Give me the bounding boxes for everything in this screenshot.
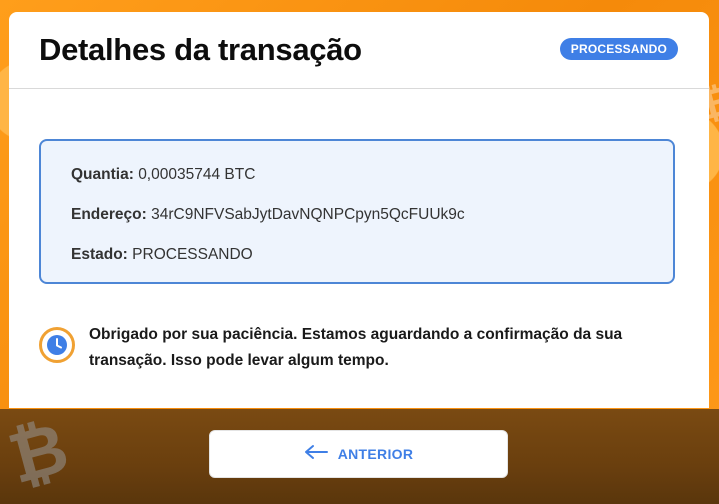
page-title: Detalhes da transação (39, 32, 362, 67)
amount-label: Quantia: (71, 166, 134, 183)
card-header: Detalhes da transação PROCESSANDO (9, 12, 709, 89)
address-label: Endereço: (71, 206, 147, 223)
amount-value: 0,00035744 BTC (138, 166, 256, 183)
status-badge: PROCESSANDO (559, 38, 678, 60)
back-button-label: ANTERIOR (337, 446, 414, 462)
address-value: 34rC9NFVSabJytDavNQNPCpyn5QcFUUk9c (151, 206, 465, 223)
arrow-left-icon (304, 444, 328, 465)
back-button[interactable]: ANTERIOR (209, 430, 508, 478)
notice-text: Obrigado por sua paciência. Estamos agua… (89, 326, 623, 369)
status-value: PROCESSANDO (132, 246, 253, 263)
status-label: Estado: (71, 246, 128, 263)
address-row: Endereço: 34rC9NFVSabJytDavNQNPCpyn5QcFU… (71, 206, 465, 224)
status-row: Estado: PROCESSANDO (71, 246, 253, 264)
clock-icon (39, 327, 75, 363)
transaction-info-box: Quantia: 0,00035744 BTC Endereço: 34rC9N… (39, 139, 675, 284)
transaction-details-card: Detalhes da transação PROCESSANDO Quanti… (9, 12, 709, 408)
amount-row: Quantia: 0,00035744 BTC (71, 166, 255, 184)
